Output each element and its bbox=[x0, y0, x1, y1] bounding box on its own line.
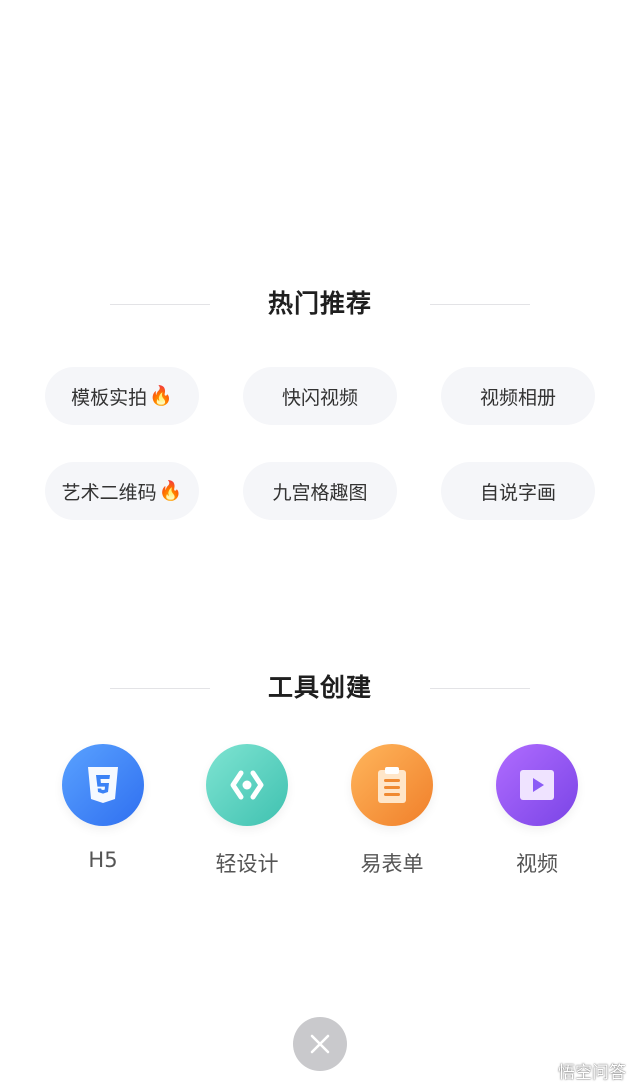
hot-item-nine-grid[interactable]: 九宫格趣图 bbox=[243, 462, 397, 520]
hot-section-header: 热门推荐 bbox=[0, 284, 640, 324]
hot-section-title: 热门推荐 bbox=[267, 289, 372, 318]
tool-h5-button[interactable]: H5 bbox=[48, 744, 158, 884]
tool-video-button[interactable]: 视频 bbox=[482, 744, 592, 884]
hot-item-label: 模板实拍 bbox=[71, 386, 148, 409]
hot-item-video-album[interactable]: 视频相册 bbox=[441, 367, 595, 425]
hot-item-label: 快闪视频 bbox=[281, 386, 358, 409]
tool-form-button[interactable]: 易表单 bbox=[337, 744, 447, 884]
watermark: 悟空问答 bbox=[528, 1058, 626, 1083]
tool-label: 视频 bbox=[516, 852, 558, 876]
html5-icon bbox=[62, 744, 144, 826]
hot-item-art-qrcode[interactable]: 艺术二维码 🔥 bbox=[45, 462, 199, 520]
video-play-icon bbox=[496, 744, 578, 826]
tools-section-header: 工具创建 bbox=[0, 668, 640, 708]
hot-item-self-calligraphy[interactable]: 自说字画 bbox=[441, 462, 595, 520]
tool-light-design-button[interactable]: 轻设计 bbox=[192, 744, 302, 884]
divider-right bbox=[430, 688, 530, 689]
hot-item-label: 自说字画 bbox=[479, 481, 556, 504]
fire-icon: 🔥 bbox=[149, 384, 173, 407]
close-button[interactable] bbox=[293, 1017, 347, 1071]
watermark-text: 悟空问答 bbox=[558, 1063, 626, 1083]
fire-icon: 🔥 bbox=[158, 479, 183, 502]
hot-item-template-shoot[interactable]: 模板实拍 🔥 bbox=[45, 367, 199, 425]
hot-item-label: 艺术二维码 bbox=[61, 481, 157, 504]
tools-section-title: 工具创建 bbox=[267, 673, 372, 702]
light-design-icon bbox=[206, 744, 288, 826]
form-icon bbox=[351, 744, 433, 826]
divider-right bbox=[430, 304, 530, 305]
tool-label: 轻设计 bbox=[215, 852, 279, 876]
close-icon bbox=[310, 1034, 330, 1054]
hot-item-label: 视频相册 bbox=[479, 386, 556, 409]
hot-item-label: 九宫格趣图 bbox=[272, 481, 368, 504]
chat-bubbles-icon bbox=[528, 1062, 554, 1079]
hot-item-flash-video[interactable]: 快闪视频 bbox=[243, 367, 397, 425]
tool-label: 易表单 bbox=[360, 852, 424, 876]
tool-label: H5 bbox=[88, 848, 118, 872]
